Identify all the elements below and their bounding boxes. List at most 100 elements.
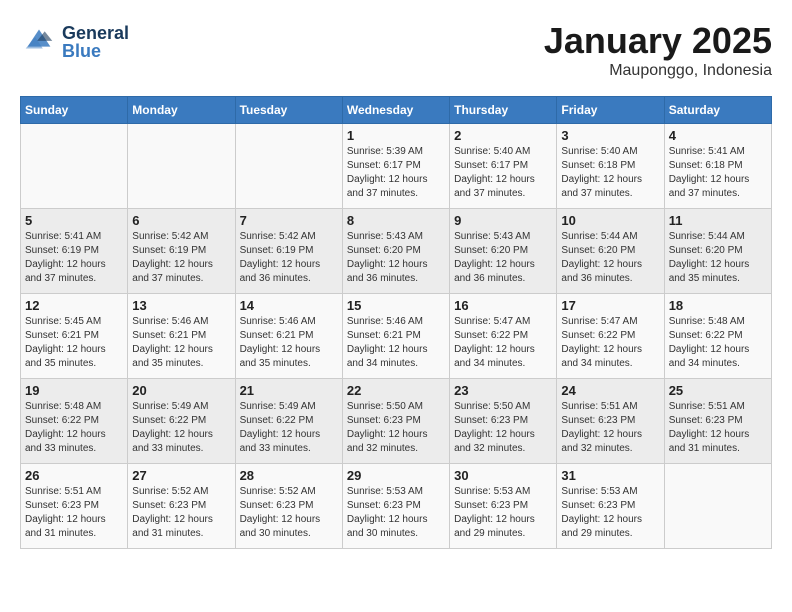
day-info: Sunrise: 5:50 AM Sunset: 6:23 PM Dayligh… bbox=[347, 400, 445, 456]
header-saturday: Saturday bbox=[664, 97, 771, 124]
week-row-4: 19Sunrise: 5:48 AM Sunset: 6:22 PM Dayli… bbox=[21, 379, 772, 464]
day-number: 24 bbox=[561, 383, 659, 398]
calendar-cell: 25Sunrise: 5:51 AM Sunset: 6:23 PM Dayli… bbox=[664, 379, 771, 464]
day-info: Sunrise: 5:49 AM Sunset: 6:22 PM Dayligh… bbox=[132, 400, 230, 456]
day-info: Sunrise: 5:49 AM Sunset: 6:22 PM Dayligh… bbox=[240, 400, 338, 456]
day-info: Sunrise: 5:51 AM Sunset: 6:23 PM Dayligh… bbox=[561, 400, 659, 456]
day-info: Sunrise: 5:41 AM Sunset: 6:18 PM Dayligh… bbox=[669, 145, 767, 201]
day-number: 18 bbox=[669, 298, 767, 313]
calendar-cell: 10 Sunrise: 5:44 AM Sunset: 6:20 PM Dayli… bbox=[557, 209, 664, 294]
day-number: 1 bbox=[347, 128, 445, 143]
week-row-2: 5 Sunrise: 5:41 AM Sunset: 6:19 PM Daylig… bbox=[21, 209, 772, 294]
calendar-cell: 11Sunrise: 5:44 AM Sunset: 6:20 PM Dayli… bbox=[664, 209, 771, 294]
day-number: 7 bbox=[240, 213, 338, 228]
day-number: 31 bbox=[561, 468, 659, 483]
logo-icon bbox=[20, 20, 58, 63]
day-number: 15 bbox=[347, 298, 445, 313]
day-number: 6 bbox=[132, 213, 230, 228]
calendar-cell bbox=[21, 124, 128, 209]
title-block: January 2025 Mauponggo, Indonesia bbox=[544, 20, 772, 80]
day-info: Sunrise: 5:44 AM Sunset: 6:20 PM Dayligh… bbox=[561, 230, 659, 286]
day-number: 28 bbox=[240, 468, 338, 483]
calendar-cell: 18Sunrise: 5:48 AM Sunset: 6:22 PM Dayli… bbox=[664, 294, 771, 379]
calendar-cell: 29 Sunrise: 5:53 AM Sunset: 6:23 PM Dayli… bbox=[342, 464, 449, 549]
header-thursday: Thursday bbox=[450, 97, 557, 124]
day-info: Sunrise: 5:52 AM Sunset: 6:23 PM Dayligh… bbox=[240, 485, 338, 541]
weekday-header-row: Sunday Monday Tuesday Wednesday Thursday… bbox=[21, 97, 772, 124]
day-number: 27 bbox=[132, 468, 230, 483]
day-number: 19 bbox=[25, 383, 123, 398]
calendar-cell: 13Sunrise: 5:46 AM Sunset: 6:21 PM Dayli… bbox=[128, 294, 235, 379]
header-monday: Monday bbox=[128, 97, 235, 124]
day-info: Sunrise: 5:44 AM Sunset: 6:20 PM Dayligh… bbox=[669, 230, 767, 286]
day-number: 12 bbox=[25, 298, 123, 313]
logo-general-text: General bbox=[62, 24, 129, 42]
day-number: 4 bbox=[669, 128, 767, 143]
calendar-cell bbox=[664, 464, 771, 549]
calendar-cell: 20 Sunrise: 5:49 AM Sunset: 6:22 PM Dayli… bbox=[128, 379, 235, 464]
day-number: 16 bbox=[454, 298, 552, 313]
day-number: 26 bbox=[25, 468, 123, 483]
day-info: Sunrise: 5:51 AM Sunset: 6:23 PM Dayligh… bbox=[25, 485, 123, 541]
calendar-cell: 2Sunrise: 5:40 AM Sunset: 6:17 PM Daylig… bbox=[450, 124, 557, 209]
day-info: Sunrise: 5:39 AM Sunset: 6:17 PM Dayligh… bbox=[347, 145, 445, 201]
day-number: 22 bbox=[347, 383, 445, 398]
calendar-cell: 26 Sunrise: 5:51 AM Sunset: 6:23 PM Dayli… bbox=[21, 464, 128, 549]
day-number: 5 bbox=[25, 213, 123, 228]
logo-blue-text: Blue bbox=[62, 42, 129, 60]
day-number: 17 bbox=[561, 298, 659, 313]
calendar-cell: 21Sunrise: 5:49 AM Sunset: 6:22 PM Dayli… bbox=[235, 379, 342, 464]
day-info: Sunrise: 5:43 AM Sunset: 6:20 PM Dayligh… bbox=[454, 230, 552, 286]
calendar-cell: 31 Sunrise: 5:53 AM Sunset: 6:23 PM Dayli… bbox=[557, 464, 664, 549]
day-number: 20 bbox=[132, 383, 230, 398]
day-info: Sunrise: 5:41 AM Sunset: 6:19 PM Dayligh… bbox=[25, 230, 123, 286]
day-number: 10 bbox=[561, 213, 659, 228]
calendar-cell: 7 Sunrise: 5:42 AM Sunset: 6:19 PM Daylig… bbox=[235, 209, 342, 294]
calendar-cell: 30Sunrise: 5:53 AM Sunset: 6:23 PM Dayli… bbox=[450, 464, 557, 549]
day-number: 2 bbox=[454, 128, 552, 143]
calendar-cell: 23 Sunrise: 5:50 AM Sunset: 6:23 PM Dayli… bbox=[450, 379, 557, 464]
calendar-cell: 4 Sunrise: 5:41 AM Sunset: 6:18 PM Daylig… bbox=[664, 124, 771, 209]
day-info: Sunrise: 5:47 AM Sunset: 6:22 PM Dayligh… bbox=[561, 315, 659, 371]
day-number: 13 bbox=[132, 298, 230, 313]
header-wednesday: Wednesday bbox=[342, 97, 449, 124]
day-info: Sunrise: 5:46 AM Sunset: 6:21 PM Dayligh… bbox=[347, 315, 445, 371]
calendar-cell: 15 Sunrise: 5:46 AM Sunset: 6:21 PM Dayli… bbox=[342, 294, 449, 379]
calendar-cell: 28 Sunrise: 5:52 AM Sunset: 6:23 PM Dayli… bbox=[235, 464, 342, 549]
calendar-cell: 5 Sunrise: 5:41 AM Sunset: 6:19 PM Daylig… bbox=[21, 209, 128, 294]
day-number: 29 bbox=[347, 468, 445, 483]
day-info: Sunrise: 5:42 AM Sunset: 6:19 PM Dayligh… bbox=[132, 230, 230, 286]
day-info: Sunrise: 5:53 AM Sunset: 6:23 PM Dayligh… bbox=[347, 485, 445, 541]
week-row-3: 12 Sunrise: 5:45 AM Sunset: 6:21 PM Dayli… bbox=[21, 294, 772, 379]
day-number: 23 bbox=[454, 383, 552, 398]
calendar-cell: 22 Sunrise: 5:50 AM Sunset: 6:23 PM Dayli… bbox=[342, 379, 449, 464]
calendar-cell: 16 Sunrise: 5:47 AM Sunset: 6:22 PM Dayli… bbox=[450, 294, 557, 379]
calendar-cell: 8Sunrise: 5:43 AM Sunset: 6:20 PM Daylig… bbox=[342, 209, 449, 294]
header-tuesday: Tuesday bbox=[235, 97, 342, 124]
day-info: Sunrise: 5:46 AM Sunset: 6:21 PM Dayligh… bbox=[240, 315, 338, 371]
week-row-1: 1 Sunrise: 5:39 AM Sunset: 6:17 PM Daylig… bbox=[21, 124, 772, 209]
calendar-cell: 9Sunrise: 5:43 AM Sunset: 6:20 PM Daylig… bbox=[450, 209, 557, 294]
calendar-table: Sunday Monday Tuesday Wednesday Thursday… bbox=[20, 96, 772, 549]
day-info: Sunrise: 5:45 AM Sunset: 6:21 PM Dayligh… bbox=[25, 315, 123, 371]
day-info: Sunrise: 5:50 AM Sunset: 6:23 PM Dayligh… bbox=[454, 400, 552, 456]
location-subtitle: Mauponggo, Indonesia bbox=[544, 62, 772, 80]
day-info: Sunrise: 5:42 AM Sunset: 6:19 PM Dayligh… bbox=[240, 230, 338, 286]
day-info: Sunrise: 5:52 AM Sunset: 6:23 PM Dayligh… bbox=[132, 485, 230, 541]
day-info: Sunrise: 5:47 AM Sunset: 6:22 PM Dayligh… bbox=[454, 315, 552, 371]
day-info: Sunrise: 5:43 AM Sunset: 6:20 PM Dayligh… bbox=[347, 230, 445, 286]
week-row-5: 26 Sunrise: 5:51 AM Sunset: 6:23 PM Dayli… bbox=[21, 464, 772, 549]
calendar-cell: 24 Sunrise: 5:51 AM Sunset: 6:23 PM Dayli… bbox=[557, 379, 664, 464]
day-info: Sunrise: 5:53 AM Sunset: 6:23 PM Dayligh… bbox=[561, 485, 659, 541]
calendar-cell: 3Sunrise: 5:40 AM Sunset: 6:18 PM Daylig… bbox=[557, 124, 664, 209]
header-sunday: Sunday bbox=[21, 97, 128, 124]
day-number: 25 bbox=[669, 383, 767, 398]
header-friday: Friday bbox=[557, 97, 664, 124]
day-number: 3 bbox=[561, 128, 659, 143]
calendar-cell: 14Sunrise: 5:46 AM Sunset: 6:21 PM Dayli… bbox=[235, 294, 342, 379]
calendar-cell: 12 Sunrise: 5:45 AM Sunset: 6:21 PM Dayli… bbox=[21, 294, 128, 379]
calendar-cell: 6 Sunrise: 5:42 AM Sunset: 6:19 PM Daylig… bbox=[128, 209, 235, 294]
logo: General Blue bbox=[20, 20, 129, 63]
month-title: January 2025 bbox=[544, 20, 772, 62]
calendar-cell: 27 Sunrise: 5:52 AM Sunset: 6:23 PM Dayli… bbox=[128, 464, 235, 549]
